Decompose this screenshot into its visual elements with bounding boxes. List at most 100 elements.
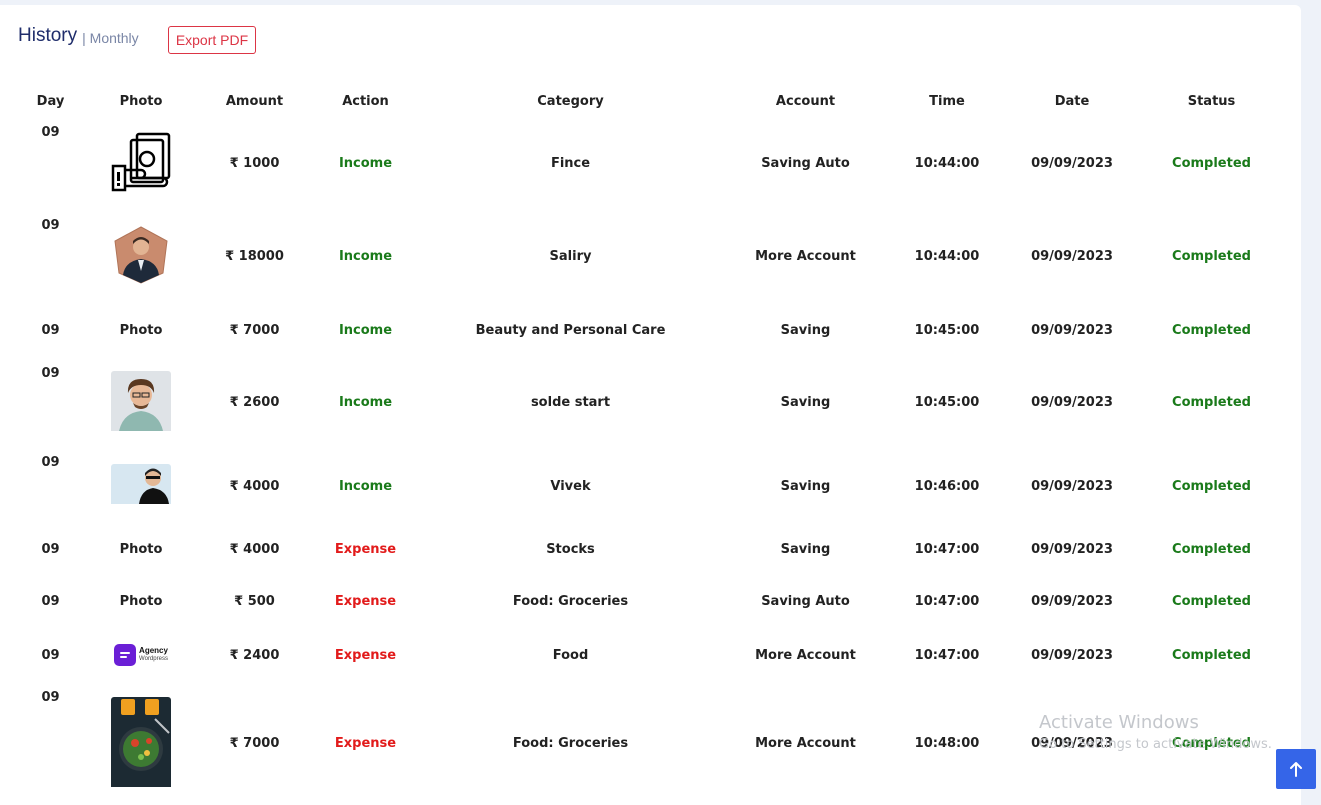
table-row: 09 Photo ₹ 4000 Expense Stocks Saving 10… (0, 525, 1300, 574)
table-header-row: Day Photo Amount Action Category Account… (0, 85, 1300, 117)
date-cell: 09/09/2023 (1031, 593, 1113, 609)
status-cell: Completed (1172, 593, 1251, 609)
table-row: 09 Agency Wordpress ₹ 2400 Expense Food … (0, 628, 1300, 682)
account-cell: Saving Auto (761, 156, 850, 171)
column-header-time[interactable]: Time (873, 85, 1021, 117)
action-cell: Expense (334, 542, 397, 557)
time-cell: 10:45:00 (914, 395, 980, 410)
date-cell: 09/09/2023 (1031, 323, 1113, 338)
account-cell: Saving Auto (761, 593, 850, 609)
date-cell: 09/09/2023 (1031, 478, 1113, 494)
photo-cell (101, 682, 181, 805)
status-cell: Completed (1172, 736, 1251, 751)
table-row: 09 ₹ 4000 Income Vivek Saving 10:46:00 0… (0, 447, 1300, 525)
page-title: History (18, 25, 78, 46)
time-cell: 10:44:00 (914, 249, 980, 264)
category-cell: Food: Groceries (512, 593, 629, 609)
photo-cell: Photo (119, 542, 163, 557)
action-cell: Income (338, 478, 393, 494)
arrow-up-icon (1290, 762, 1302, 777)
status-cell: Completed (1172, 156, 1251, 171)
action-cell: Expense (334, 736, 397, 751)
day-cell: 09 (41, 647, 60, 663)
column-header-photo[interactable]: Photo (101, 85, 181, 117)
column-header-day[interactable]: Day (0, 85, 101, 117)
photo-cell: Agency Wordpress (101, 628, 181, 682)
action-cell: Expense (334, 647, 397, 663)
man-sunglasses-photo (111, 464, 171, 508)
day-cell: 09 (41, 218, 60, 233)
day-cell: 09 (41, 542, 60, 557)
history-card: History | Monthly Export PDF Day Photo A… (0, 5, 1301, 805)
column-header-category[interactable]: Category (403, 85, 738, 117)
date-cell: 09/09/2023 (1031, 249, 1113, 264)
date-cell: 09/09/2023 (1031, 647, 1113, 663)
action-cell: Expense (334, 593, 397, 609)
account-cell: Saving (780, 395, 831, 410)
category-cell: Food (552, 647, 589, 663)
amount-cell: ₹ 2400 (229, 647, 280, 663)
photo-cell: Photo (119, 323, 163, 338)
photo-cell (101, 117, 181, 210)
action-cell: Income (338, 323, 393, 338)
table-row: 09 (0, 682, 1300, 805)
time-cell: 10:48:00 (914, 736, 980, 751)
category-cell: Fince (550, 156, 591, 171)
column-header-account[interactable]: Account (738, 85, 873, 117)
amount-cell: ₹ 1000 (229, 156, 280, 171)
action-cell: Income (338, 395, 393, 410)
card-header: History | Monthly (18, 25, 139, 47)
table-row: 09 Photo ₹ 500 Expense Food: Groceries S… (0, 574, 1300, 628)
status-cell: Completed (1172, 395, 1251, 410)
status-cell: Completed (1172, 542, 1251, 557)
category-cell: Beauty and Personal Care (475, 323, 666, 338)
category-cell: Food: Groceries (512, 736, 629, 751)
column-header-amount[interactable]: Amount (181, 85, 328, 117)
status-cell: Completed (1172, 323, 1251, 338)
column-header-status[interactable]: Status (1123, 85, 1300, 117)
export-pdf-button[interactable]: Export PDF (168, 26, 256, 54)
table-row: 09 ₹ 2600 Income solde start Saving 10:4… (0, 358, 1300, 447)
time-cell: 10:46:00 (914, 478, 980, 494)
status-cell: Completed (1172, 478, 1251, 494)
table-row: 09 Photo ₹ 7000 Income Beauty and Person… (0, 303, 1300, 358)
scroll-to-top-button[interactable] (1276, 749, 1316, 789)
money-icon (111, 132, 171, 196)
category-cell: Stocks (546, 542, 595, 557)
table-row: 09 (0, 117, 1300, 210)
amount-cell: ₹ 7000 (229, 736, 280, 751)
man-in-suit-photo (111, 225, 171, 289)
account-cell: Saving (780, 478, 831, 494)
day-cell: 09 (41, 323, 60, 338)
account-cell: More Account (755, 249, 856, 264)
category-cell: Saliry (549, 249, 592, 264)
photo-cell (101, 210, 181, 303)
page-subtitle: | Monthly (82, 29, 139, 46)
category-cell: Vivek (550, 478, 591, 494)
account-cell: More Account (755, 647, 856, 663)
day-cell: 09 (41, 366, 60, 381)
agency-logo-name: Agency (139, 646, 168, 655)
photo-cell: Photo (119, 593, 163, 609)
amount-cell: ₹ 4000 (229, 542, 280, 557)
amount-cell: ₹ 18000 (225, 249, 284, 264)
amount-cell: ₹ 7000 (229, 323, 280, 338)
date-cell: 09/09/2023 (1031, 736, 1113, 751)
agency-logo: Agency Wordpress (114, 644, 168, 666)
time-cell: 10:47:00 (914, 593, 980, 609)
time-cell: 10:47:00 (914, 542, 980, 557)
day-cell: 09 (41, 690, 60, 705)
photo-cell (101, 358, 181, 447)
status-cell: Completed (1172, 249, 1251, 264)
column-header-date[interactable]: Date (1021, 85, 1123, 117)
photo-cell (101, 447, 181, 525)
date-cell: 09/09/2023 (1031, 156, 1113, 171)
column-header-action[interactable]: Action (328, 85, 403, 117)
status-cell: Completed (1172, 647, 1251, 663)
amount-cell: ₹ 500 (234, 593, 275, 609)
day-cell: 09 (41, 593, 60, 609)
category-cell: solde start (530, 395, 611, 410)
agency-logo-tagline: Wordpress (139, 656, 168, 662)
action-cell: Income (338, 156, 393, 171)
amount-cell: ₹ 2600 (229, 395, 280, 410)
